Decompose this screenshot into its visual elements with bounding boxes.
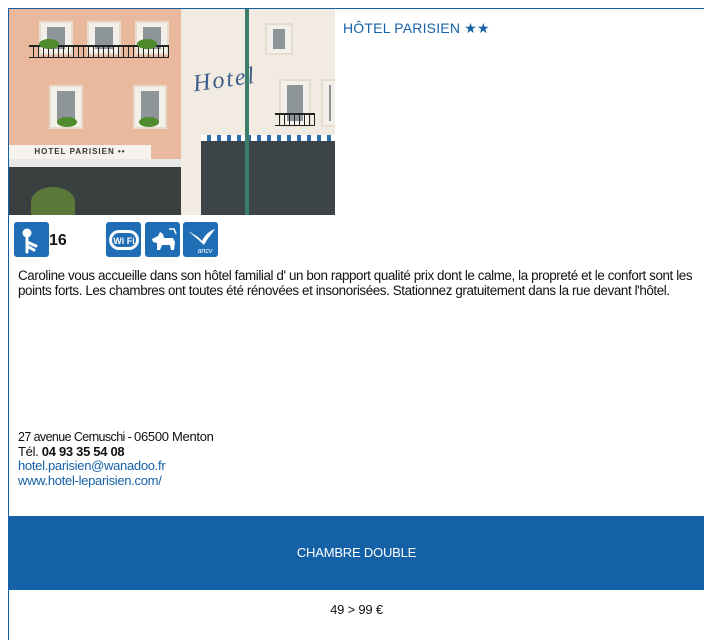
photo-plant (57, 117, 77, 127)
phone-line: Tél. 04 93 35 54 08 (18, 443, 214, 460)
phone-prefix: Tél. (18, 443, 42, 459)
wifi-label: Wi Fi (113, 236, 134, 246)
photo-balcony (275, 113, 315, 126)
photo-plant (139, 117, 159, 127)
hotel-title: HÔTEL PARISIEN ★★ (343, 20, 490, 36)
photo-hotel-sign: HOTEL PARISIEN •• (9, 145, 151, 159)
photo-shrub (31, 187, 75, 215)
photo-plant (39, 39, 59, 49)
photo-awning (9, 159, 181, 167)
hotel-photo: Hotel HOTEL PARISIEN •• (9, 9, 335, 215)
photo-window (321, 79, 335, 127)
photo-plant (137, 39, 157, 49)
contact-block: 27 avenue Cernuschi - 06500 Menton Tél. … (18, 429, 214, 489)
address-city: 06500 Menton (134, 429, 214, 444)
photo-window (265, 23, 293, 55)
phone-number[interactable]: 04 93 35 54 08 (42, 444, 125, 459)
address-street: 27 avenue Cernuschi - (18, 430, 135, 444)
address-line: 27 avenue Cernuschi - 06500 Menton (18, 429, 214, 445)
rooms-key-icon (14, 222, 49, 257)
ancv-icon: ancv (183, 222, 218, 257)
photo-lobby-right (201, 141, 335, 215)
wifi-icon: Wi Fi (106, 222, 141, 257)
ancv-label: ancv (197, 248, 212, 255)
rooms-count: 16 (49, 232, 67, 249)
photo-street-pole (245, 9, 249, 215)
website-link[interactable]: www.hotel-leparisien.com/ (18, 473, 214, 489)
pets-allowed-icon (145, 222, 180, 257)
room-type-header: CHAMBRE DOUBLE (9, 516, 704, 590)
price-range: 49 > 99 € (330, 602, 383, 617)
email-link[interactable]: hotel.parisien@wanadoo.fr (18, 458, 214, 474)
hotel-description: Caroline vous accueille dans son hôtel f… (18, 268, 693, 298)
